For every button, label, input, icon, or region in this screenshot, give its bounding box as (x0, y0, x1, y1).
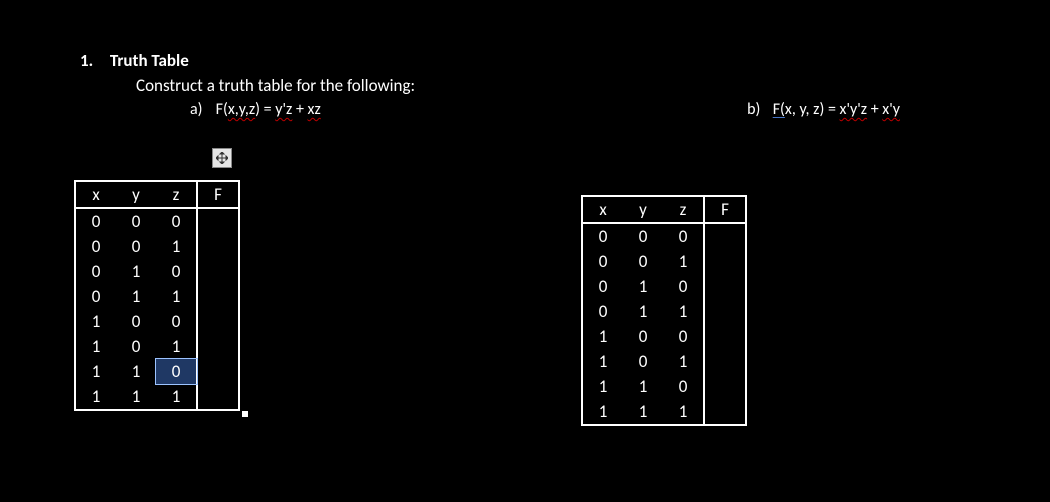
col-x: x (582, 196, 623, 223)
question-prompt: Construct a truth table for the followin… (136, 75, 1000, 96)
table-row[interactable]: 111 (582, 399, 746, 425)
subparts-row: a) F(x,y,z) = y'z + xz b) F(x, y, z) = x… (120, 100, 1000, 119)
col-x: x (75, 181, 116, 208)
table-move-handle-icon[interactable] (212, 148, 232, 168)
table-row[interactable]: 000 (75, 208, 239, 234)
table-row[interactable]: 011 (582, 299, 746, 324)
subpart-a-label: a) (190, 100, 212, 119)
subpart-b: b) F(x, y, z) = x'y'z + x'y (747, 100, 900, 119)
subpart-a: a) F(x,y,z) = y'z + xz (190, 100, 321, 119)
col-y: y (623, 196, 663, 223)
table-resize-handle-icon[interactable] (242, 411, 248, 417)
table-row[interactable]: 101 (582, 349, 746, 374)
table-row[interactable]: 100 (582, 324, 746, 349)
table-row[interactable]: 100 (75, 309, 239, 334)
table-row[interactable]: 101 (75, 334, 239, 359)
truth-table-b[interactable]: x y z F 000 001 010 011 100 101 110 111 (581, 195, 747, 426)
table-row[interactable]: 111 (75, 384, 239, 410)
table-row[interactable]: 001 (75, 234, 239, 259)
col-F: F (197, 181, 239, 208)
question-line: 1. Truth Table (50, 50, 1000, 71)
question-title: Truth Table (110, 50, 189, 71)
table-row[interactable]: 011 (75, 284, 239, 309)
question-number: 1. (80, 50, 106, 71)
table-row[interactable]: 010 (75, 259, 239, 284)
subpart-b-label: b) (747, 100, 769, 119)
subpart-a-expr: F(x,y,z) = y'z + xz (216, 100, 321, 119)
truth-table-a[interactable]: x y z F 000 001 010 011 100 101 110 111 (74, 180, 240, 416)
selected-cell[interactable]: 0 (156, 359, 197, 384)
table-row[interactable]: 010 (582, 274, 746, 299)
col-F: F (704, 196, 746, 223)
col-y: y (116, 181, 156, 208)
table-header-row: x y z F (582, 196, 746, 223)
col-z: z (663, 196, 704, 223)
table-row[interactable]: 001 (582, 249, 746, 274)
table-header-row: x y z F (75, 181, 239, 208)
table-row[interactable]: 110 (75, 359, 239, 384)
table-row[interactable]: 110 (582, 374, 746, 399)
table-row[interactable]: 000 (582, 223, 746, 249)
col-z: z (156, 181, 197, 208)
subpart-b-expr: F(x, y, z) = x'y'z + x'y (773, 100, 900, 119)
